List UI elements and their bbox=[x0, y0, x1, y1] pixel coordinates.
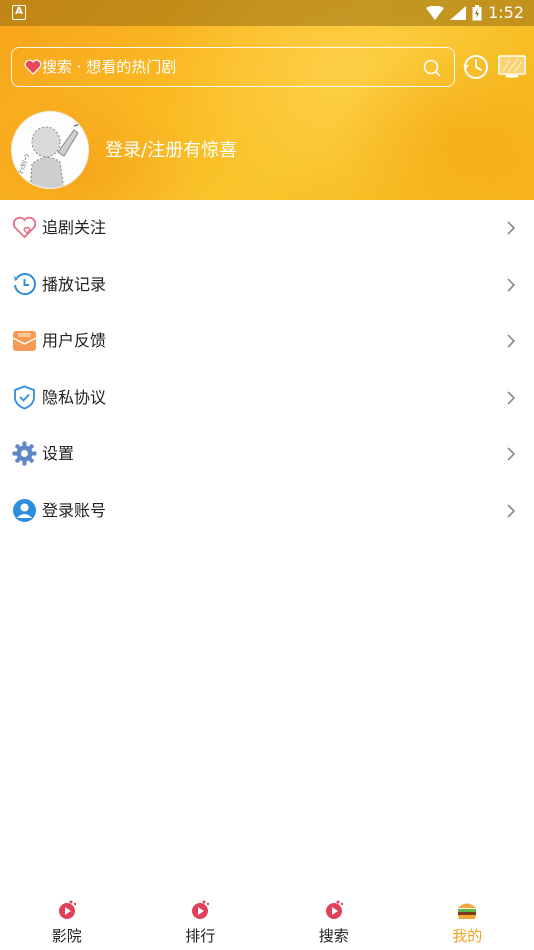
bottom-nav: 影院 排行 搜索 我的 bbox=[0, 890, 534, 950]
menu-item-login[interactable]: 登录账号 bbox=[0, 483, 534, 540]
tab-search[interactable]: 搜索 bbox=[267, 890, 401, 950]
heart-icon bbox=[12, 216, 37, 239]
notification-icon: A bbox=[12, 5, 26, 20]
menu-item-label: 登录账号 bbox=[42, 500, 107, 520]
menu-item-settings[interactable]: 设置 bbox=[0, 426, 534, 483]
battery-icon bbox=[472, 5, 482, 21]
menu-item-follow[interactable]: 追剧关注 bbox=[0, 200, 534, 257]
tab-ranking[interactable]: 排行 bbox=[134, 890, 268, 950]
history-icon bbox=[14, 272, 36, 295]
feedback-icon bbox=[12, 331, 37, 351]
chevron-right-icon bbox=[507, 447, 516, 461]
menu-list: 追剧关注 播放记录 用户反馈 隐私协议 设置 登录账号 bbox=[0, 200, 534, 539]
menu-item-feedback[interactable]: 用户反馈 bbox=[0, 313, 534, 370]
tab-mine[interactable]: 我的 bbox=[401, 890, 534, 950]
chevron-right-icon bbox=[507, 334, 516, 348]
screen: A 1:52 搜索 · 想看的热门剧 ﾃｯｶﾘｰﾝ 登录/注册有惊喜 追剧关注 … bbox=[0, 0, 534, 950]
play-badge-icon bbox=[325, 900, 343, 919]
history-icon[interactable] bbox=[462, 53, 490, 81]
tab-label: 影院 bbox=[51, 927, 82, 945]
menu-item-label: 播放记录 bbox=[42, 274, 107, 294]
menu-item-label: 用户反馈 bbox=[42, 331, 107, 350]
avatar-illustration-icon: ﾃｯｶﾘｰﾝ bbox=[12, 112, 88, 188]
login-prompt[interactable]: 登录/注册有惊喜 bbox=[105, 140, 237, 162]
chevron-right-icon bbox=[507, 277, 516, 292]
play-badge-icon bbox=[192, 900, 210, 919]
tv-icon[interactable] bbox=[498, 55, 526, 79]
chevron-right-icon bbox=[507, 503, 516, 518]
status-bar: A 1:52 bbox=[0, 0, 534, 26]
header: A 1:52 搜索 · 想看的热门剧 ﾃｯｶﾘｰﾝ 登录/注册有惊喜 bbox=[0, 0, 534, 200]
search-bar[interactable]: 搜索 · 想看的热门剧 bbox=[11, 47, 455, 87]
tab-label: 我的 bbox=[452, 927, 483, 945]
chevron-right-icon bbox=[507, 390, 516, 405]
burger-icon bbox=[458, 903, 477, 919]
signal-icon bbox=[450, 6, 467, 20]
status-indicators: 1:52 bbox=[426, 3, 524, 23]
clock: 1:52 bbox=[488, 3, 524, 22]
menu-item-label: 设置 bbox=[42, 444, 75, 463]
menu-item-label: 追剧关注 bbox=[42, 218, 107, 237]
avatar[interactable]: ﾃｯｶﾘｰﾝ bbox=[11, 111, 89, 189]
tab-label: 搜索 bbox=[318, 927, 349, 945]
search-icon[interactable] bbox=[422, 58, 442, 78]
tab-cinema[interactable]: 影院 bbox=[0, 890, 134, 950]
chevron-right-icon bbox=[507, 221, 516, 235]
wifi-icon bbox=[426, 6, 445, 20]
tab-label: 排行 bbox=[185, 927, 216, 945]
user-icon bbox=[13, 498, 36, 522]
heart-icon bbox=[24, 59, 42, 75]
play-badge-icon bbox=[58, 900, 76, 919]
menu-item-privacy[interactable]: 隐私协议 bbox=[0, 370, 534, 427]
gear-icon bbox=[12, 441, 37, 466]
menu-item-history[interactable]: 播放记录 bbox=[0, 257, 534, 314]
shield-icon bbox=[14, 385, 35, 409]
search-placeholder: 搜索 · 想看的热门剧 bbox=[42, 58, 177, 76]
menu-item-label: 隐私协议 bbox=[42, 387, 107, 407]
